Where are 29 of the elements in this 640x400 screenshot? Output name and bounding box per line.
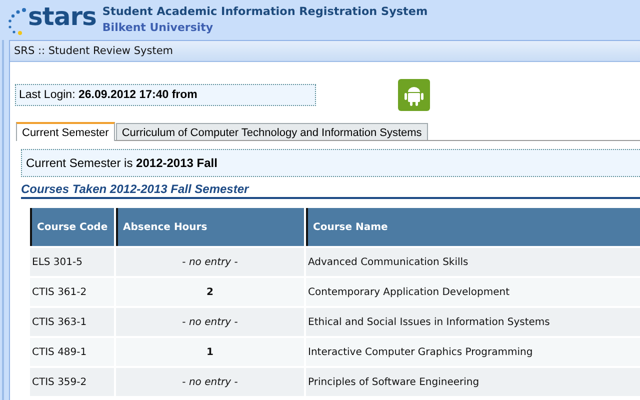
tab[interactable]: Current Semester (16, 122, 115, 141)
tab[interactable]: Curriculum of Computer Technology and Information Systems (116, 123, 428, 140)
table-cell: Contemporary Application Development (306, 278, 640, 306)
table-cell: CTIS 359-2 (30, 368, 114, 396)
university-name: Bilkent University (102, 20, 214, 36)
column-header: Absence Hours (116, 208, 304, 246)
table-cell: CTIS 489-1 (30, 338, 114, 366)
dots-icon (6, 6, 28, 36)
table-cell: Ethical and Social Issues in Information Systems (306, 308, 640, 336)
table-cell: CTIS 363-1 (30, 308, 114, 336)
column-header: Course Name (306, 208, 640, 246)
table-cell: - no entry - (116, 368, 304, 396)
table-cell: 2 (116, 278, 304, 306)
table-cell: - no entry - (116, 248, 304, 276)
table-cell: CTIS 361-2 (30, 278, 114, 306)
logo-text: stars (28, 4, 96, 30)
section-heading: Courses Taken 2012-2013 Fall Semester (21, 182, 640, 199)
panel-title: SRS :: Student Review System (14, 45, 174, 57)
table-cell: Advanced Communication Skills (306, 248, 640, 276)
current-semester-info: Current Semester is 2012-2013 Fall (21, 149, 640, 177)
table-cell: - no entry - (116, 308, 304, 336)
table-cell: Interactive Computer Graphics Programming (306, 338, 640, 366)
system-title: Student Academic Information Registration System (102, 4, 428, 20)
last-login-info: Last Login: 26.09.2012 17:40 from (15, 84, 316, 106)
table-cell: ELS 301-5 (30, 248, 114, 276)
table-cell: Principles of Software Engineering (306, 368, 640, 396)
android-icon[interactable] (398, 79, 430, 111)
column-header: Course Code (30, 208, 114, 246)
table-cell: 1 (116, 338, 304, 366)
